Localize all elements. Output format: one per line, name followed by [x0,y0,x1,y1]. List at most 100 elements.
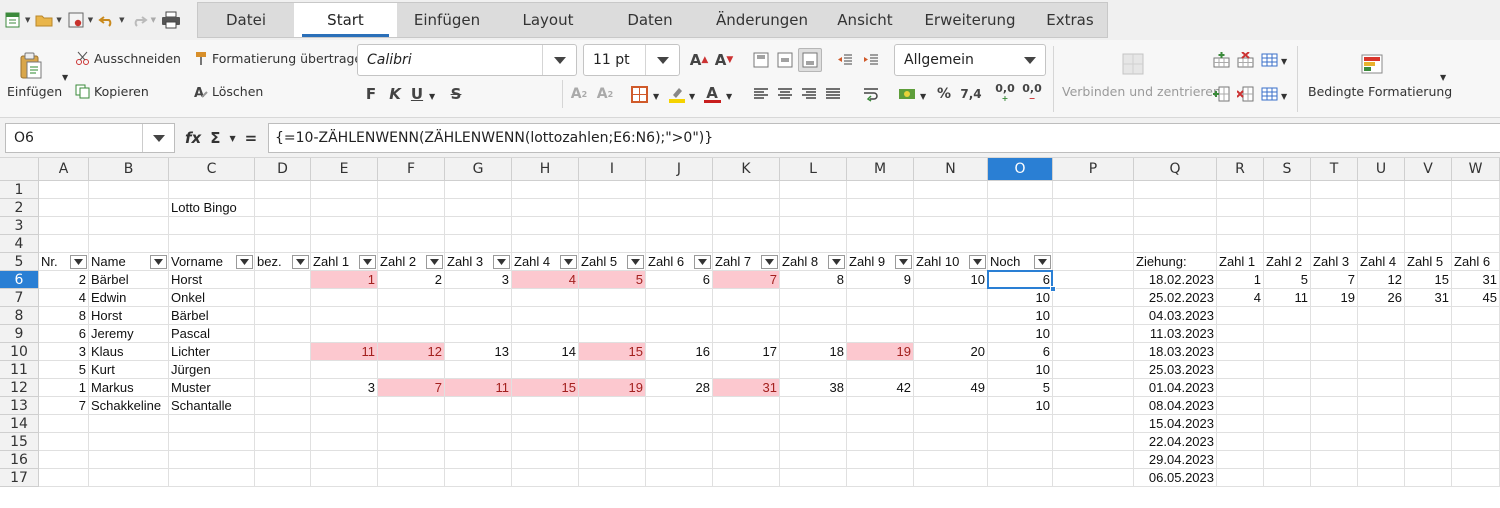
column-header[interactable]: H [512,158,579,181]
grid-cell[interactable] [646,361,713,379]
grid-cell[interactable] [780,433,847,451]
grid-cell[interactable] [1217,433,1264,451]
grid-cell[interactable] [1053,343,1134,361]
grid-cell[interactable] [255,325,311,343]
zahl-cell[interactable]: 15 [579,343,646,361]
draw-number-cell[interactable]: 5 [1264,271,1311,289]
grid-cell[interactable] [1217,235,1264,253]
percent-format-button[interactable]: % [933,83,955,105]
grid-cell[interactable] [1452,361,1500,379]
grid-cell[interactable] [579,325,646,343]
grow-font-button[interactable]: A ▲ [688,49,710,71]
grid-cell[interactable] [780,325,847,343]
grid-cell[interactable] [914,325,988,343]
grid-cell[interactable] [1405,361,1452,379]
grid-cell[interactable] [1134,199,1217,217]
chevron-down-icon[interactable]: ▼ [1440,73,1446,82]
zahl-cell[interactable]: 2 [378,271,445,289]
spreadsheet-grid[interactable]: A B C D E F G H I J K L M N O P Q R S T U V W 1 2 3 4 5 6 7 8 9 10 11 12 13… [0,158,1500,508]
grid-cell[interactable] [1053,361,1134,379]
tab-3[interactable]: Layout [497,3,599,37]
borders-button[interactable] [628,83,650,105]
grid-cell[interactable] [512,289,579,307]
autofilter-icon[interactable] [150,255,167,269]
grid-cell[interactable] [1452,181,1500,199]
grid-cell[interactable] [1053,235,1134,253]
chevron-down-icon[interactable]: ▼ [229,134,235,143]
grid-cell[interactable] [1053,469,1134,487]
column-header[interactable]: S [1264,158,1311,181]
grid-cell[interactable] [713,451,780,469]
grid-cell[interactable] [1217,397,1264,415]
grid-cell[interactable] [378,361,445,379]
grid-cell[interactable] [780,451,847,469]
undo-button[interactable] [98,8,116,32]
grid-cell[interactable] [445,325,512,343]
grid-cell[interactable] [378,289,445,307]
grid-cell[interactable] [1452,199,1500,217]
merge-center-button[interactable]: Verbinden und zentrieren [1062,84,1221,99]
align-center-button[interactable] [774,83,796,105]
name-cell[interactable]: Horst [89,307,169,325]
grid-cell[interactable] [311,433,378,451]
grid-cell[interactable] [1358,235,1405,253]
grid-cell[interactable] [1053,325,1134,343]
zahl-cell[interactable]: 12 [378,343,445,361]
zahl-cell[interactable]: 17 [713,343,780,361]
zahl-cell[interactable]: 18 [780,343,847,361]
column-header[interactable]: Q [1134,158,1217,181]
grid-cell[interactable] [1217,379,1264,397]
zahl-cell[interactable]: 15 [512,379,579,397]
draw-header-cell[interactable]: Ziehung: [1134,253,1217,271]
grid-cell[interactable] [780,235,847,253]
grid-cell[interactable] [445,199,512,217]
draw-number-cell[interactable]: 45 [1452,289,1500,307]
column-table-button[interactable] [1258,83,1280,105]
column-header[interactable]: E [311,158,378,181]
vorname-cell[interactable]: Schantalle [169,397,255,415]
grid-cell[interactable] [713,361,780,379]
grid-cell[interactable] [512,199,579,217]
header-cell[interactable]: Zahl 9 [847,253,914,271]
grid-cell[interactable] [89,415,169,433]
grid-cell[interactable] [255,361,311,379]
draw-date-cell[interactable]: 25.02.2023 [1134,289,1217,307]
grid-cell[interactable] [1405,307,1452,325]
grid-cell[interactable] [579,415,646,433]
grid-cell[interactable] [988,217,1053,235]
zahl-cell[interactable]: 11 [311,343,378,361]
noch-cell[interactable]: 10 [988,289,1053,307]
grid-cell[interactable] [378,307,445,325]
draw-date-cell[interactable]: 18.03.2023 [1134,343,1217,361]
grid-cell[interactable] [914,361,988,379]
chevron-down-icon[interactable]: ▼ [119,16,124,24]
draw-date-cell[interactable]: 06.05.2023 [1134,469,1217,487]
grid-cell[interactable] [311,217,378,235]
grid-cell[interactable] [1358,199,1405,217]
autofilter-icon[interactable] [236,255,253,269]
grid-cell[interactable] [713,469,780,487]
grid-cell[interactable] [39,433,89,451]
grid-cell[interactable] [1053,415,1134,433]
grid-cell[interactable] [39,217,89,235]
grid-cell[interactable] [311,361,378,379]
header-cell[interactable]: Zahl 5 [579,253,646,271]
vorname-cell[interactable]: Onkel [169,289,255,307]
vorname-cell[interactable]: Jürgen [169,361,255,379]
grid-cell[interactable] [914,181,988,199]
grid-cell[interactable] [445,361,512,379]
grid-cell[interactable] [1217,451,1264,469]
fill-handle[interactable] [1050,286,1056,292]
grid-cell[interactable] [1405,199,1452,217]
draw-header-cell[interactable]: Zahl 2 [1264,253,1311,271]
zahl-cell[interactable]: 31 [713,379,780,397]
chevron-down-icon[interactable]: ▼ [1281,92,1287,101]
zahl-cell[interactable]: 7 [713,271,780,289]
grid-cell[interactable] [579,361,646,379]
grid-cell[interactable] [646,397,713,415]
grid-cell[interactable] [1264,397,1311,415]
tab-8[interactable]: Extras [1033,3,1107,37]
draw-number-cell[interactable]: 1 [1217,271,1264,289]
delete-rows-button[interactable] [1234,49,1256,71]
tab-5[interactable]: Änderungen [701,3,823,37]
